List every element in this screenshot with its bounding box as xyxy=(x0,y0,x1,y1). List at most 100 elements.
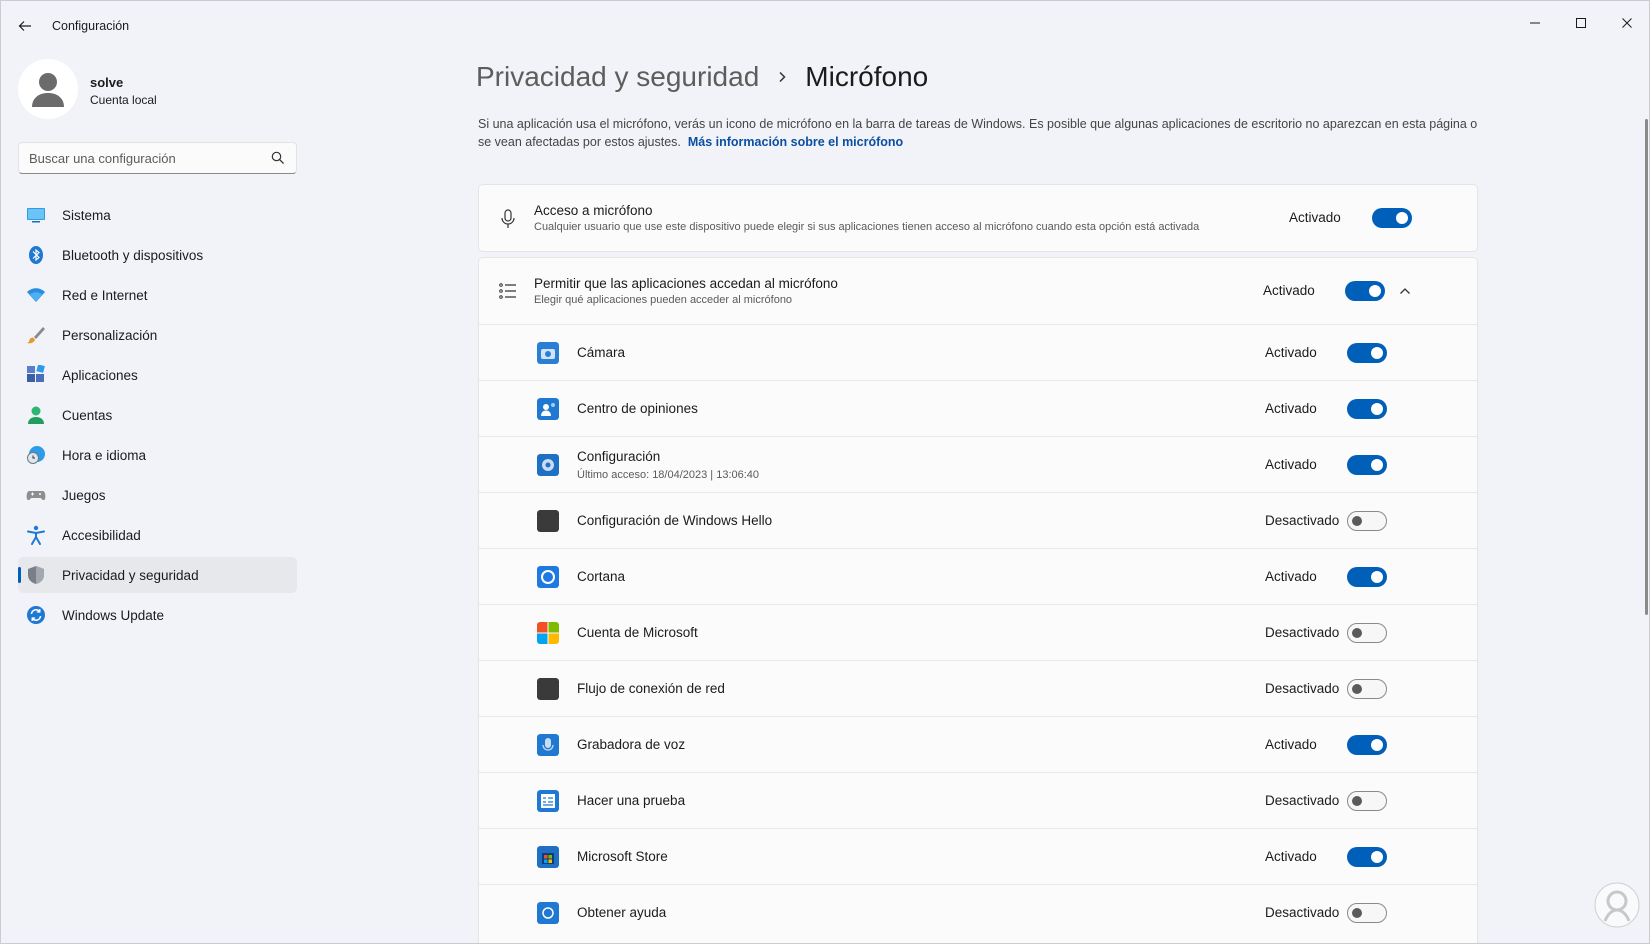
sidebar-item-label: Personalización xyxy=(62,327,158,343)
app-name: Hacer una prueba xyxy=(577,793,686,808)
sidebar-item-label: Hora e idioma xyxy=(62,447,147,463)
microsoft-logo-icon xyxy=(537,622,559,644)
shield-icon xyxy=(28,566,44,584)
sidebar-item-label: Accesibilidad xyxy=(62,527,141,543)
app-toggle-microsoft-store[interactable] xyxy=(1347,847,1387,867)
sidebar-item-label: Cuentas xyxy=(62,407,113,423)
app-state: Activado xyxy=(1265,345,1317,360)
app-row-hacer-prueba: Hacer una prueba Desactivado xyxy=(479,772,1477,828)
app-access-card: Permitir que las aplicaciones accedan al… xyxy=(478,257,1478,943)
app-toggle-flujo-conexion[interactable] xyxy=(1347,679,1387,699)
chevron-up-icon[interactable] xyxy=(1398,284,1412,298)
app-access-toggle[interactable] xyxy=(1345,281,1385,301)
toggle-knob xyxy=(1396,212,1408,224)
app-state: Activado xyxy=(1265,569,1317,584)
sidebar-item-windows-update[interactable]: Windows Update xyxy=(18,597,297,633)
accessibility-icon xyxy=(27,525,45,545)
cortana-icon xyxy=(537,566,559,588)
avatar xyxy=(18,59,78,119)
close-icon xyxy=(1622,18,1632,28)
back-arrow-icon xyxy=(18,21,31,31)
system-icon xyxy=(27,208,45,223)
sidebar-item-accesibilidad[interactable]: Accesibilidad xyxy=(18,517,297,553)
breadcrumb-parent[interactable]: Privacidad y seguridad xyxy=(476,61,759,93)
app-state: Activado xyxy=(1265,457,1317,472)
gamepad-icon xyxy=(26,491,46,501)
app-name: Cortana xyxy=(577,569,626,584)
sidebar-item-cuentas[interactable]: Cuentas xyxy=(18,397,297,433)
sidebar-item-privacidad[interactable]: Privacidad y seguridad xyxy=(18,557,297,593)
app-last-access: Último acceso: 18/04/2023 | 13:06:40 xyxy=(577,469,760,481)
app-title: Configuración xyxy=(52,19,130,33)
toggle-knob xyxy=(1371,403,1383,415)
app-row-centro-opiniones: Centro de opiniones Activado xyxy=(479,380,1477,436)
app-state: Desactivado xyxy=(1265,625,1340,640)
toggle-knob xyxy=(1352,908,1362,918)
wifi-icon xyxy=(27,288,45,302)
list-icon xyxy=(499,283,516,299)
clock-globe-icon xyxy=(27,446,45,464)
person-icon xyxy=(28,406,44,424)
app-name: Flujo de conexión de red xyxy=(577,681,725,696)
breadcrumb: Privacidad y seguridad Micrófono xyxy=(476,61,928,93)
app-toggle-cortana[interactable] xyxy=(1347,567,1387,587)
app-state: Desactivado xyxy=(1265,681,1340,696)
mic-access-toggle[interactable] xyxy=(1372,208,1412,228)
sidebar-item-red[interactable]: Red e Internet xyxy=(18,277,297,313)
sidebar-item-label: Juegos xyxy=(62,487,106,503)
app-state: Activado xyxy=(1265,401,1317,416)
watermark-logo-icon xyxy=(1594,882,1640,928)
toggle-knob xyxy=(1371,739,1383,751)
page-title: Micrófono xyxy=(805,61,929,92)
app-name: Configuración xyxy=(577,449,661,464)
app-toggle-centro-opiniones[interactable] xyxy=(1347,399,1387,419)
mic-access-subtitle: Cualquier usuario que use este dispositi… xyxy=(534,221,1200,233)
app-toggle-camara[interactable] xyxy=(1347,343,1387,363)
sidebar-item-label: Sistema xyxy=(62,207,111,223)
search-input[interactable] xyxy=(29,149,259,167)
search-icon xyxy=(271,151,285,165)
maximize-icon xyxy=(1576,18,1586,28)
maximize-button[interactable] xyxy=(1558,7,1604,39)
back-button[interactable] xyxy=(13,15,37,37)
sidebar-item-aplicaciones[interactable]: Aplicaciones xyxy=(18,357,297,393)
sidebar-item-label: Windows Update xyxy=(62,607,165,623)
app-toggle-windows-hello[interactable] xyxy=(1347,511,1387,531)
chevron-right-icon xyxy=(779,71,786,83)
app-row-microsoft-store: Microsoft Store Activado xyxy=(479,828,1477,884)
app-toggle-hacer-prueba[interactable] xyxy=(1347,791,1387,811)
app-state: Desactivado xyxy=(1265,793,1340,808)
app-toggle-cuenta-microsoft[interactable] xyxy=(1347,623,1387,643)
sidebar-item-label: Privacidad y seguridad xyxy=(62,567,199,583)
sidebar-item-sistema[interactable]: Sistema xyxy=(18,197,297,233)
sidebar-item-label: Bluetooth y dispositivos xyxy=(62,247,204,263)
app-toggle-obtener-ayuda[interactable] xyxy=(1347,903,1387,923)
sidebar-item-bluetooth[interactable]: Bluetooth y dispositivos xyxy=(18,237,297,273)
app-access-title: Permitir que las aplicaciones accedan al… xyxy=(534,276,838,291)
brush-icon xyxy=(27,327,45,344)
camera-icon xyxy=(537,342,559,364)
app-row-cuenta-microsoft: Cuenta de Microsoft Desactivado xyxy=(479,604,1477,660)
app-toggle-configuracion[interactable] xyxy=(1347,455,1387,475)
close-button[interactable] xyxy=(1604,7,1649,39)
voice-recorder-icon xyxy=(537,734,559,756)
sidebar-item-personalizacion[interactable]: Personalización xyxy=(18,317,297,353)
scrollbar[interactable] xyxy=(1645,119,1648,615)
sidebar-nav: Sistema Bluetooth y dispositivos Red e I… xyxy=(18,197,297,637)
search-box[interactable] xyxy=(18,142,297,174)
minimize-button[interactable] xyxy=(1512,7,1558,39)
main-content: Privacidad y seguridad Micrófono Si una … xyxy=(311,49,1641,943)
app-toggle-grabadora-voz[interactable] xyxy=(1347,735,1387,755)
minimize-icon xyxy=(1530,22,1540,24)
toggle-knob xyxy=(1371,851,1383,863)
app-name: Grabadora de voz xyxy=(577,737,686,752)
user-profile[interactable]: solve Cuenta local xyxy=(18,59,298,119)
app-row-obtener-ayuda: Obtener ayuda Desactivado xyxy=(479,884,1477,940)
sidebar-item-hora[interactable]: Hora e idioma xyxy=(18,437,297,473)
app-name: Configuración de Windows Hello xyxy=(577,513,773,528)
app-state: Activado xyxy=(1265,849,1317,864)
toggle-knob xyxy=(1371,571,1383,583)
sidebar-item-juegos[interactable]: Juegos xyxy=(18,477,297,513)
more-info-link[interactable]: Más información sobre el micrófono xyxy=(688,135,903,149)
mic-access-state: Activado xyxy=(1289,210,1341,225)
